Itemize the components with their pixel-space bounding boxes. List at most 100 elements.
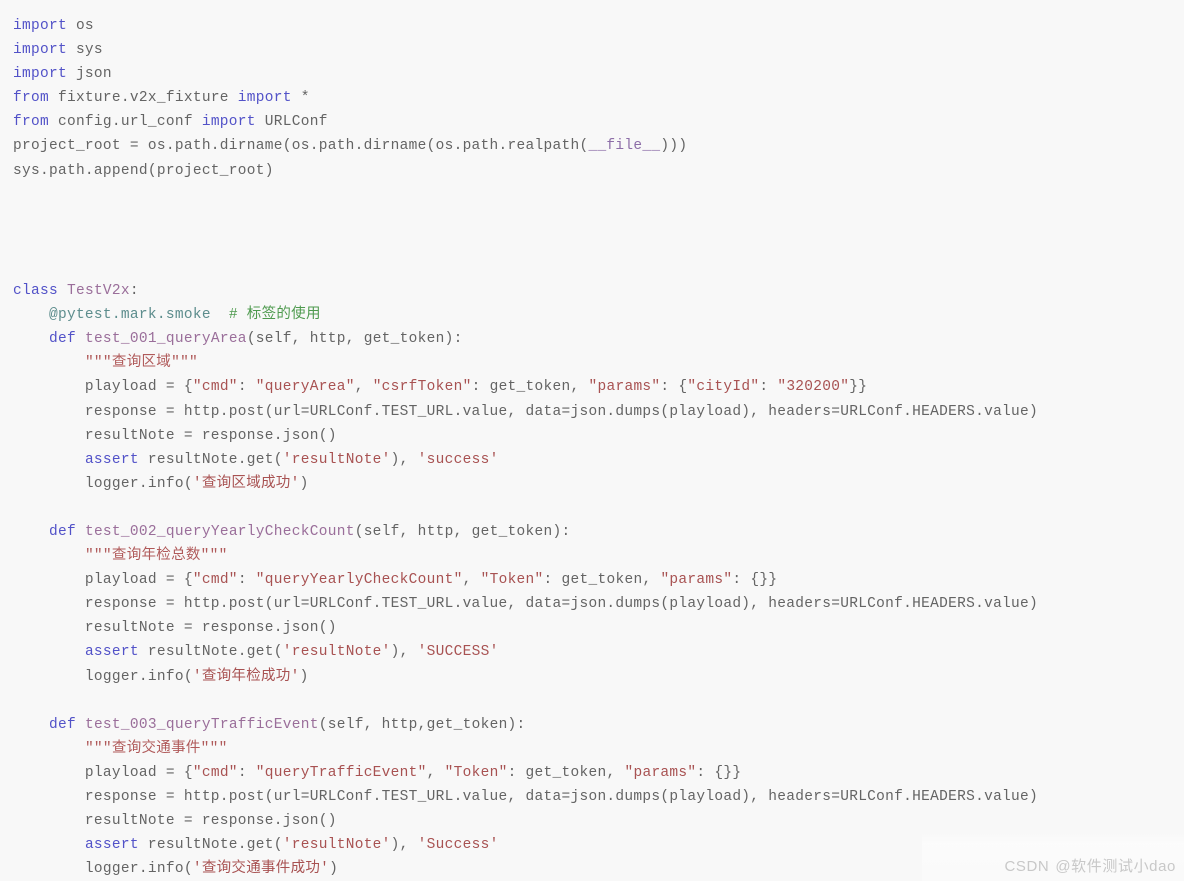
code-block: import os import sys import json from fixtu… <box>13 14 1184 881</box>
code-token-plain: response = http.post(url=URLConf.TEST_UR… <box>13 789 1039 805</box>
code-token-str: 'Success' <box>417 837 499 854</box>
code-token-str: "queryArea" <box>255 379 355 396</box>
code-line: playload = {"cmd": "queryTrafficEvent", … <box>13 761 1184 785</box>
code-token-plain: URLConf <box>255 114 328 131</box>
code-token-plain: resultNote = response.json() <box>13 813 337 830</box>
code-token-plain: : {}} <box>696 764 742 781</box>
code-token-str: "cmd" <box>192 572 238 589</box>
code-token-str: "cmd" <box>192 764 238 781</box>
code-token-str: "queryTrafficEvent" <box>255 764 427 781</box>
code-token-fn: test_002_queryYearlyCheckCount <box>84 523 355 540</box>
code-token-plain: , <box>426 764 445 781</box>
code-token-plain: logger.info( <box>13 861 193 878</box>
code-token-plain: : get_token, <box>471 379 589 396</box>
code-line: response = http.post(url=URLConf.TEST_UR… <box>13 785 1184 809</box>
code-token-comment: # 标签的使用 <box>228 307 321 324</box>
code-token-str: "params" <box>588 379 661 396</box>
code-token-plain: }} <box>849 379 868 396</box>
code-token-doc: """查询交通事件""" <box>84 740 228 757</box>
code-line: def test_001_queryArea(self, http, get_t… <box>13 327 1184 351</box>
code-line: resultNote = response.json() <box>13 616 1184 640</box>
code-token-kw: def <box>48 331 76 348</box>
code-token-plain: : <box>759 379 778 396</box>
code-line: response = http.post(url=URLConf.TEST_UR… <box>13 400 1184 424</box>
code-token-fn: test_003_queryTrafficEvent <box>84 716 319 733</box>
code-token-plain: (self, http, get_token): <box>354 523 571 540</box>
code-token-kw: assert <box>84 451 139 468</box>
code-token-plain: : <box>237 764 256 781</box>
code-token-str: "cityId" <box>687 379 760 396</box>
code-line: assert resultNote.get('resultNote'), 'SU… <box>13 640 1184 664</box>
code-token-plain: : { <box>660 379 688 396</box>
code-token-str: 'resultNote' <box>282 451 391 468</box>
code-token-plain: ), <box>390 837 418 854</box>
code-line: assert resultNote.get('resultNote'), 'su… <box>13 448 1184 472</box>
code-token-plain: resultNote.get( <box>138 837 283 854</box>
code-token-plain: project_root = os.path.dirname(os.path.d… <box>13 138 589 155</box>
code-line: from config.url_conf import URLConf <box>13 110 1184 134</box>
code-token-deco: @pytest.mark.smoke <box>48 307 211 324</box>
code-token-plain: os <box>66 18 94 34</box>
code-line: resultNote = response.json() <box>13 424 1184 448</box>
code-token-plain: : get_token, <box>507 764 625 781</box>
code-line: resultNote = response.json() <box>13 809 1184 833</box>
code-token-str: "queryYearlyCheckCount" <box>255 572 463 589</box>
code-token-kw: assert <box>84 837 139 854</box>
code-line: response = http.post(url=URLConf.TEST_UR… <box>13 592 1184 616</box>
code-line: playload = {"cmd": "queryYearlyCheckCoun… <box>13 568 1184 592</box>
code-token-plain: (self, http,get_token): <box>318 716 526 733</box>
code-token-kw: def <box>48 523 76 540</box>
code-line: """查询区域""" <box>13 351 1184 375</box>
code-token-str: '查询区域成功' <box>192 475 300 492</box>
code-token-str: '查询交通事件成功' <box>192 861 330 878</box>
code-token-str: "Token" <box>480 572 544 589</box>
code-token-plain: ))) <box>660 138 688 155</box>
code-line: """查询年检总数""" <box>13 544 1184 568</box>
code-line: def test_002_queryYearlyCheckCount(self,… <box>13 520 1184 544</box>
code-token-str: "params" <box>624 764 697 781</box>
code-token-plain: resultNote = response.json() <box>13 620 337 637</box>
code-token-dunder: __file__ <box>588 138 661 155</box>
code-line: """查询交通事件""" <box>13 737 1184 761</box>
code-token-str: "csrfToken" <box>372 379 472 396</box>
code-token-plain: resultNote = response.json() <box>13 427 337 444</box>
code-token-plain: : <box>237 379 256 396</box>
code-token-plain: resultNote.get( <box>138 644 283 661</box>
code-token-str: 'resultNote' <box>282 644 391 661</box>
code-line: @pytest.mark.smoke # 标签的使用 <box>13 303 1184 327</box>
code-token-plain: fixture.v2x_fixture <box>48 90 238 107</box>
code-token-plain: response = http.post(url=URLConf.TEST_UR… <box>13 403 1039 420</box>
code-token-plain: playload = { <box>13 764 193 781</box>
code-token-plain: config.url_conf <box>48 114 202 131</box>
code-line: import sys <box>13 38 1184 62</box>
code-token-plain: : <box>237 572 256 589</box>
code-token-kw: import <box>13 42 67 59</box>
code-line: sys.path.append(project_root) <box>13 159 1184 183</box>
code-token-doc: """查询区域""" <box>84 355 199 372</box>
code-line: def test_003_queryTrafficEvent(self, htt… <box>13 713 1184 737</box>
code-token-kw: import <box>13 18 67 34</box>
code-token-str: 'SUCCESS' <box>417 644 499 661</box>
code-token-str: '查询年检成功' <box>192 668 300 685</box>
code-token-kw: def <box>48 716 76 733</box>
code-line: playload = {"cmd": "queryArea", "csrfTok… <box>13 375 1184 399</box>
code-line: project_root = os.path.dirname(os.path.d… <box>13 134 1184 158</box>
code-token-kw: import <box>237 90 292 107</box>
code-token-str: "320200" <box>777 379 850 396</box>
